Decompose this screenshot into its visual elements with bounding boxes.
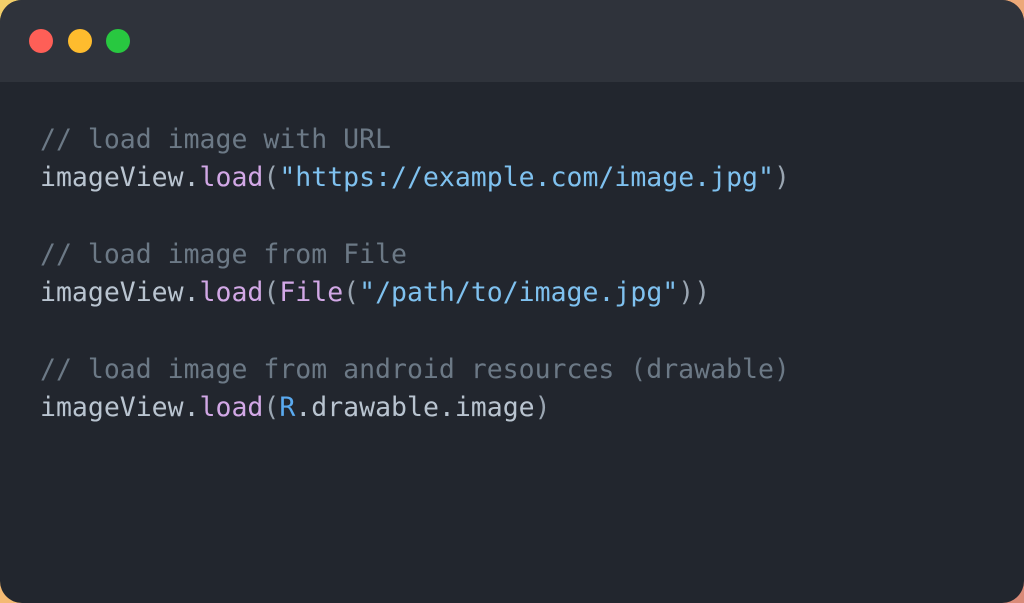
code-comment-line: // load image with URL [40, 121, 790, 159]
code-token-func: load [199, 392, 264, 424]
close-dot-icon[interactable] [29, 29, 53, 53]
maximize-dot-icon[interactable] [106, 29, 130, 53]
code-window: // load image with URL imageView.load("ht… [0, 0, 1024, 603]
code-block: // load image with URL imageView.load("ht… [40, 121, 790, 427]
code-token-punct: ( [263, 392, 280, 424]
code-line: imageView.load("https://example.com/imag… [40, 159, 790, 197]
code-token-comment: // load image from android resources (dr… [40, 353, 790, 385]
window-titlebar [0, 0, 1024, 82]
code-token-func: load [199, 162, 264, 194]
code-comment-line: // load image from File [40, 236, 790, 274]
code-token-ident: imageView. [40, 277, 200, 309]
code-token-ident: imageView. [40, 392, 200, 424]
code-token-string: "/path/to/image.jpg" [359, 277, 679, 309]
code-token-punct: ) [773, 162, 790, 194]
code-token-punct: ) [534, 392, 551, 424]
code-token-punct: ( [263, 277, 280, 309]
code-token-func: File [279, 277, 344, 309]
code-token-comment: // load image with URL [40, 124, 391, 155]
code-line: imageView.load(File("/path/to/image.jpg"… [40, 274, 790, 312]
code-token-punct: )) [678, 277, 711, 309]
code-token-string: "https://example.com/image.jpg" [279, 162, 774, 194]
code-token-class: R [279, 392, 296, 424]
code-token-ident: imageView. [40, 162, 200, 194]
code-token-comment: // load image from File [40, 238, 407, 270]
code-line: imageView.load(R.drawable.image) [40, 389, 790, 427]
minimize-dot-icon[interactable] [68, 29, 92, 53]
code-comment-line: // load image from android resources (dr… [40, 351, 790, 389]
code-token-punct: ( [343, 277, 360, 309]
code-token-punct: ( [263, 162, 280, 194]
code-token-func: load [199, 277, 264, 309]
code-token-ident: .drawable.image [295, 392, 535, 424]
